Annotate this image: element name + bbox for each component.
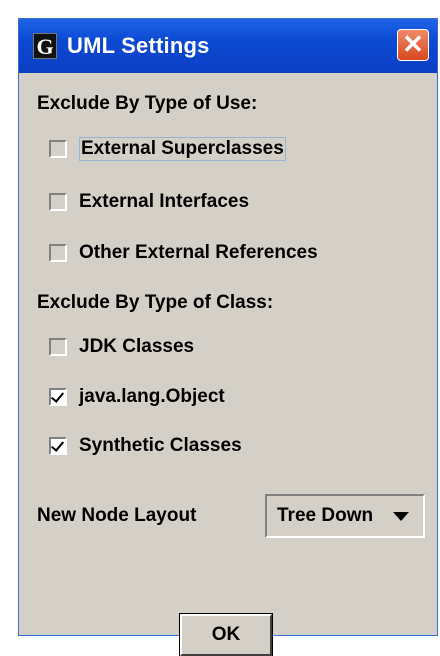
checkbox-synthetic-classes[interactable]: Synthetic Classes [49, 433, 242, 459]
synthetic-classes-label[interactable]: Synthetic Classes [79, 435, 242, 457]
node-layout-selected-value: Tree Down [277, 505, 374, 526]
external-superclasses-checkbox[interactable] [49, 140, 67, 158]
type-of-use-header: Exclude By Type of Use: [37, 93, 258, 114]
other-external-references-label[interactable]: Other External References [79, 242, 318, 264]
type-of-class-header: Exclude By Type of Class: [37, 292, 274, 313]
external-interfaces-checkbox[interactable] [49, 193, 67, 211]
java-lang-object-checkbox[interactable] [49, 388, 67, 406]
new-node-layout-label: New Node Layout [37, 505, 197, 526]
node-layout-select[interactable]: Tree Down [265, 494, 425, 538]
app-g-icon: G [33, 33, 57, 59]
checkbox-other-external-references[interactable]: Other External References [49, 240, 318, 266]
uml-settings-dialog: G UML Settings ✕ Exclude By Type of Use:… [18, 18, 438, 656]
close-icon: ✕ [402, 29, 424, 59]
jdk-classes-label[interactable]: JDK Classes [79, 336, 194, 358]
dialog-content: Exclude By Type of Use: External Supercl… [19, 73, 437, 656]
checkbox-external-interfaces[interactable]: External Interfaces [49, 189, 249, 215]
dropdown-arrow-icon[interactable] [393, 511, 409, 521]
jdk-classes-checkbox[interactable] [49, 338, 67, 356]
java-lang-object-label[interactable]: java.lang.Object [79, 386, 225, 408]
checkbox-jdk-classes[interactable]: JDK Classes [49, 334, 194, 360]
checkbox-java-lang-object[interactable]: java.lang.Object [49, 384, 225, 410]
external-superclasses-label[interactable]: External Superclasses [79, 137, 286, 161]
dialog-title: UML Settings [67, 33, 210, 58]
checkbox-external-superclasses[interactable]: External Superclasses [49, 136, 286, 162]
title-bar[interactable]: G UML Settings ✕ [19, 19, 437, 73]
external-interfaces-label[interactable]: External Interfaces [79, 191, 249, 213]
close-button[interactable]: ✕ [397, 29, 429, 61]
ok-button[interactable]: OK [180, 614, 272, 656]
other-external-references-checkbox[interactable] [49, 244, 67, 262]
screen: G UML Settings ✕ Exclude By Type of Use:… [0, 0, 440, 656]
synthetic-classes-checkbox[interactable] [49, 437, 67, 455]
